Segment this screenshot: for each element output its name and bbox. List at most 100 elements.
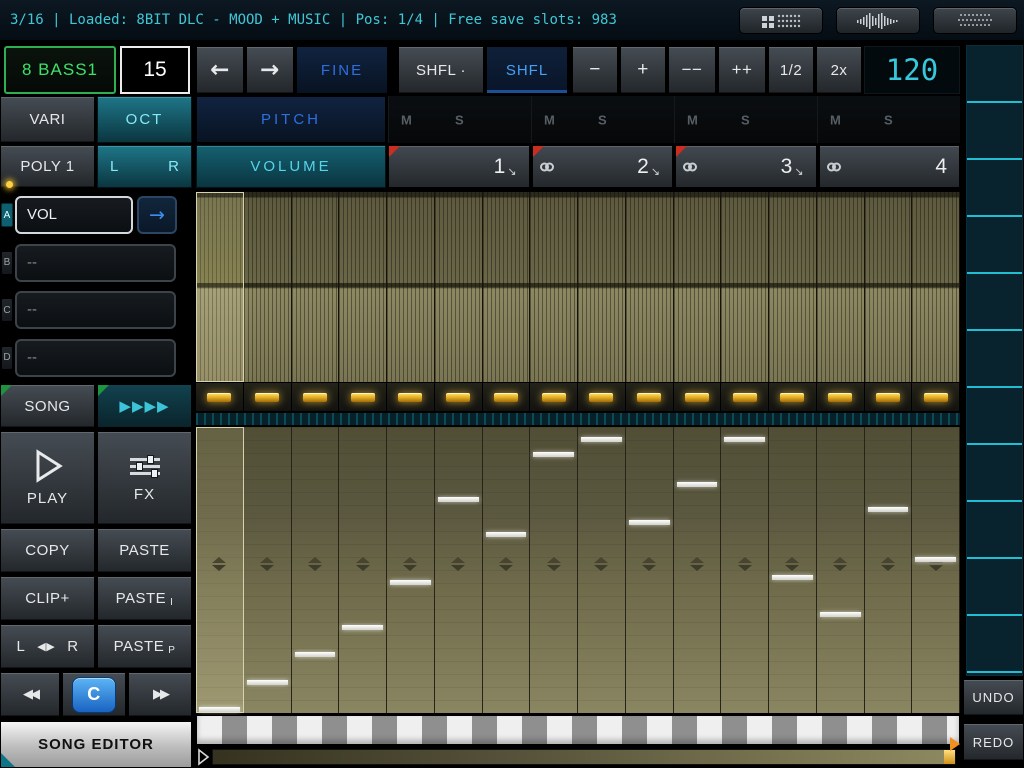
tab-vari[interactable]: VARI [0, 96, 95, 143]
rewind-button[interactable]: ◀◀ [0, 672, 60, 717]
pan-lr-button[interactable]: L ◀▶ R [0, 624, 95, 669]
note-bar[interactable] [390, 580, 431, 585]
led-cell[interactable] [578, 383, 626, 411]
paste-insert-button[interactable]: PASTE I [97, 576, 192, 621]
led-cell[interactable] [292, 383, 340, 411]
led-cell[interactable] [769, 383, 817, 411]
section-cell[interactable]: 1↘ [388, 145, 530, 188]
double-tempo-button[interactable]: 2x [816, 46, 862, 94]
led-cell[interactable] [244, 383, 292, 411]
note-bar[interactable] [772, 575, 813, 580]
led-cell[interactable] [196, 383, 244, 411]
led-cell[interactable] [912, 383, 960, 411]
tab-pitch[interactable]: PITCH [196, 96, 386, 143]
double-minus-button[interactable]: −− [668, 46, 716, 94]
slot-tab-c[interactable]: C [1, 298, 13, 322]
clip-add-button[interactable]: CLIP+ [0, 576, 95, 621]
next-button[interactable]: → [246, 46, 294, 94]
note-bar[interactable] [629, 520, 670, 525]
volume-column[interactable] [626, 192, 674, 382]
pitch-column[interactable] [435, 427, 483, 713]
pitch-column[interactable] [292, 427, 340, 713]
volume-column[interactable] [721, 192, 769, 382]
led-cell[interactable] [387, 383, 435, 411]
note-bar[interactable] [295, 652, 336, 657]
tab-oct[interactable]: OCT [97, 96, 192, 143]
note-bar[interactable] [199, 707, 240, 712]
pitch-column[interactable] [721, 427, 769, 713]
pitch-column[interactable] [387, 427, 435, 713]
volume-column[interactable] [912, 192, 960, 382]
led-cell[interactable] [674, 383, 722, 411]
section-cell[interactable]: 4 [819, 145, 961, 188]
slot-tab-b[interactable]: B [1, 251, 13, 275]
center-key-button[interactable]: C [62, 672, 126, 717]
volume-column[interactable] [244, 192, 292, 382]
paste-button[interactable]: PASTE [97, 528, 192, 573]
pitch-column[interactable] [769, 427, 817, 713]
led-cell[interactable] [435, 383, 483, 411]
slot-value-a[interactable]: VOL [15, 196, 133, 234]
play-button[interactable]: PLAY [0, 431, 95, 525]
note-bar[interactable] [438, 497, 479, 502]
pitch-column[interactable] [339, 427, 387, 713]
link-icon[interactable] [683, 162, 697, 171]
note-bar[interactable] [915, 557, 956, 562]
fx-button[interactable]: FX [97, 431, 192, 525]
pan-lr-tab[interactable]: L R [97, 145, 192, 188]
volume-column[interactable] [387, 192, 435, 382]
led-cell[interactable] [530, 383, 578, 411]
slot-assign-button[interactable]: → [137, 196, 177, 234]
note-bar[interactable] [677, 482, 718, 487]
mute-button[interactable]: M [830, 112, 841, 127]
volume-column[interactable] [292, 192, 340, 382]
pattern-number-display[interactable]: 15 [120, 46, 190, 94]
pitch-column[interactable] [626, 427, 674, 713]
volume-column[interactable] [817, 192, 865, 382]
pads-view-button[interactable] [739, 7, 823, 34]
volume-column[interactable] [435, 192, 483, 382]
pitch-column[interactable] [674, 427, 722, 713]
note-bar[interactable] [533, 452, 574, 457]
pitch-column[interactable] [578, 427, 626, 713]
tab-volume[interactable]: VOLUME [196, 145, 386, 188]
volume-column[interactable] [196, 192, 244, 382]
note-bar[interactable] [820, 612, 861, 617]
zoom-scroll-strip[interactable] [966, 45, 1023, 676]
fast-forward-button[interactable]: ▶▶ [128, 672, 192, 717]
pitch-column[interactable] [530, 427, 578, 713]
song-button[interactable]: SONG [0, 384, 95, 428]
mute-button[interactable]: M [401, 112, 412, 127]
half-tempo-button[interactable]: 1/2 [768, 46, 814, 94]
note-bar[interactable] [342, 625, 383, 630]
link-icon[interactable] [827, 162, 841, 171]
slot-value-c[interactable]: -- [15, 291, 176, 329]
note-bar[interactable] [724, 437, 765, 442]
solo-button[interactable]: S [884, 112, 893, 127]
volume-column[interactable] [339, 192, 387, 382]
slot-value-b[interactable]: -- [15, 244, 176, 282]
mute-button[interactable]: M [687, 112, 698, 127]
shuffle-menu-button[interactable]: SHFL · [398, 46, 484, 94]
led-cell[interactable] [865, 383, 913, 411]
note-bar[interactable] [868, 507, 909, 512]
pitch-column[interactable] [817, 427, 865, 713]
volume-column[interactable] [578, 192, 626, 382]
link-icon[interactable] [540, 162, 554, 171]
matrix-view-button[interactable] [933, 7, 1017, 34]
volume-column[interactable] [865, 192, 913, 382]
section-cell[interactable]: 3↘ [675, 145, 817, 188]
slot-tab-a[interactable]: A [1, 203, 13, 227]
led-cell[interactable] [483, 383, 531, 411]
led-cell[interactable] [339, 383, 387, 411]
tab-poly[interactable]: POLY 1 [0, 145, 95, 188]
note-bar[interactable] [486, 532, 527, 537]
slot-tab-d[interactable]: D [1, 346, 13, 370]
shuffle-button[interactable]: SHFL [486, 46, 568, 94]
pattern-scrollbar[interactable] [196, 715, 960, 745]
volume-column[interactable] [674, 192, 722, 382]
led-cell[interactable] [626, 383, 674, 411]
solo-button[interactable]: S [598, 112, 607, 127]
volume-column[interactable] [530, 192, 578, 382]
section-cell[interactable]: 2↘ [532, 145, 674, 188]
